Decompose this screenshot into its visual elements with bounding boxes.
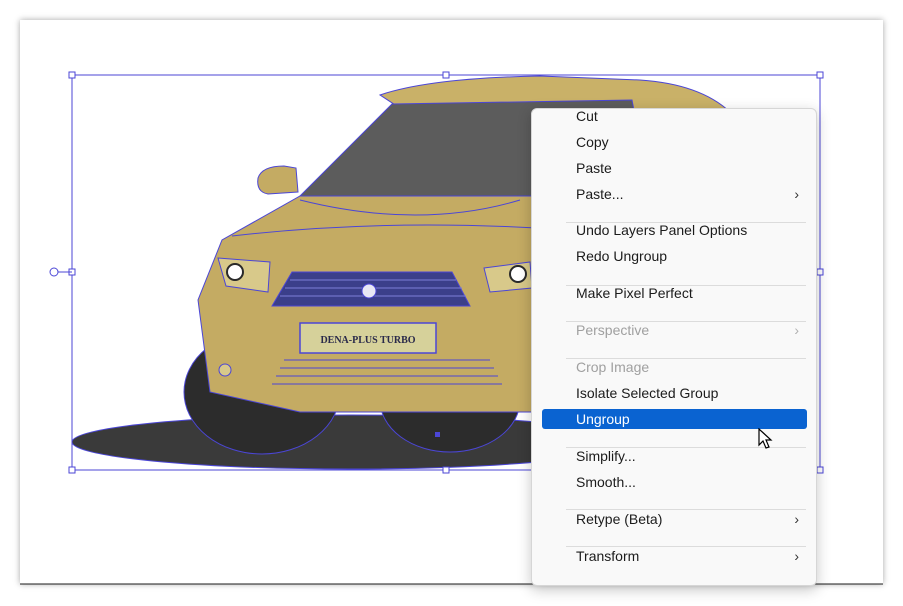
menu-item-isolate-selected-group[interactable]: Isolate Selected Group: [542, 383, 807, 403]
anchor-point[interactable]: [435, 432, 440, 437]
menu-item-transform[interactable]: Transform ›: [542, 546, 807, 566]
left-fog-light: [218, 363, 232, 377]
menu-item-retype-beta[interactable]: Retype (Beta) ›: [542, 509, 807, 529]
menu-item-undo-layers-panel-options[interactable]: Undo Layers Panel Options: [542, 220, 807, 240]
chevron-right-icon: ›: [794, 548, 799, 564]
menu-item-redo-ungroup[interactable]: Redo Ungroup: [542, 246, 807, 266]
rotation-handle[interactable]: [49, 267, 59, 277]
menu-item-make-pixel-perfect[interactable]: Make Pixel Perfect: [542, 283, 807, 303]
menu-item-paste[interactable]: Paste: [542, 158, 807, 178]
brand-logo: [361, 283, 377, 299]
plate-text: DENA-PLUS TURBO: [320, 335, 415, 346]
right-headlamp: [509, 265, 527, 283]
menu-item-copy[interactable]: Copy: [542, 132, 807, 152]
app-window: DENA-PLUS TURBO Cut Copy Paste Paste... …: [0, 0, 903, 606]
menu-item-cut[interactable]: Cut: [542, 106, 807, 126]
left-headlamp: [226, 263, 244, 281]
chevron-right-icon: ›: [794, 186, 799, 202]
menu-item-perspective: Perspective ›: [576, 322, 799, 338]
context-menu[interactable]: Cut Copy Paste Paste... › Undo Layers Pan…: [531, 108, 817, 586]
menu-item-paste-options[interactable]: Paste... ›: [542, 184, 807, 204]
menu-item-ungroup[interactable]: Ungroup: [542, 409, 807, 429]
chevron-right-icon: ›: [794, 322, 799, 338]
chevron-right-icon: ›: [794, 511, 799, 527]
side-mirror: [257, 165, 299, 195]
mouse-pointer-icon: [758, 428, 773, 449]
menu-item-smooth[interactable]: Smooth...: [542, 472, 807, 492]
menu-item-crop-image: Crop Image: [576, 359, 650, 375]
